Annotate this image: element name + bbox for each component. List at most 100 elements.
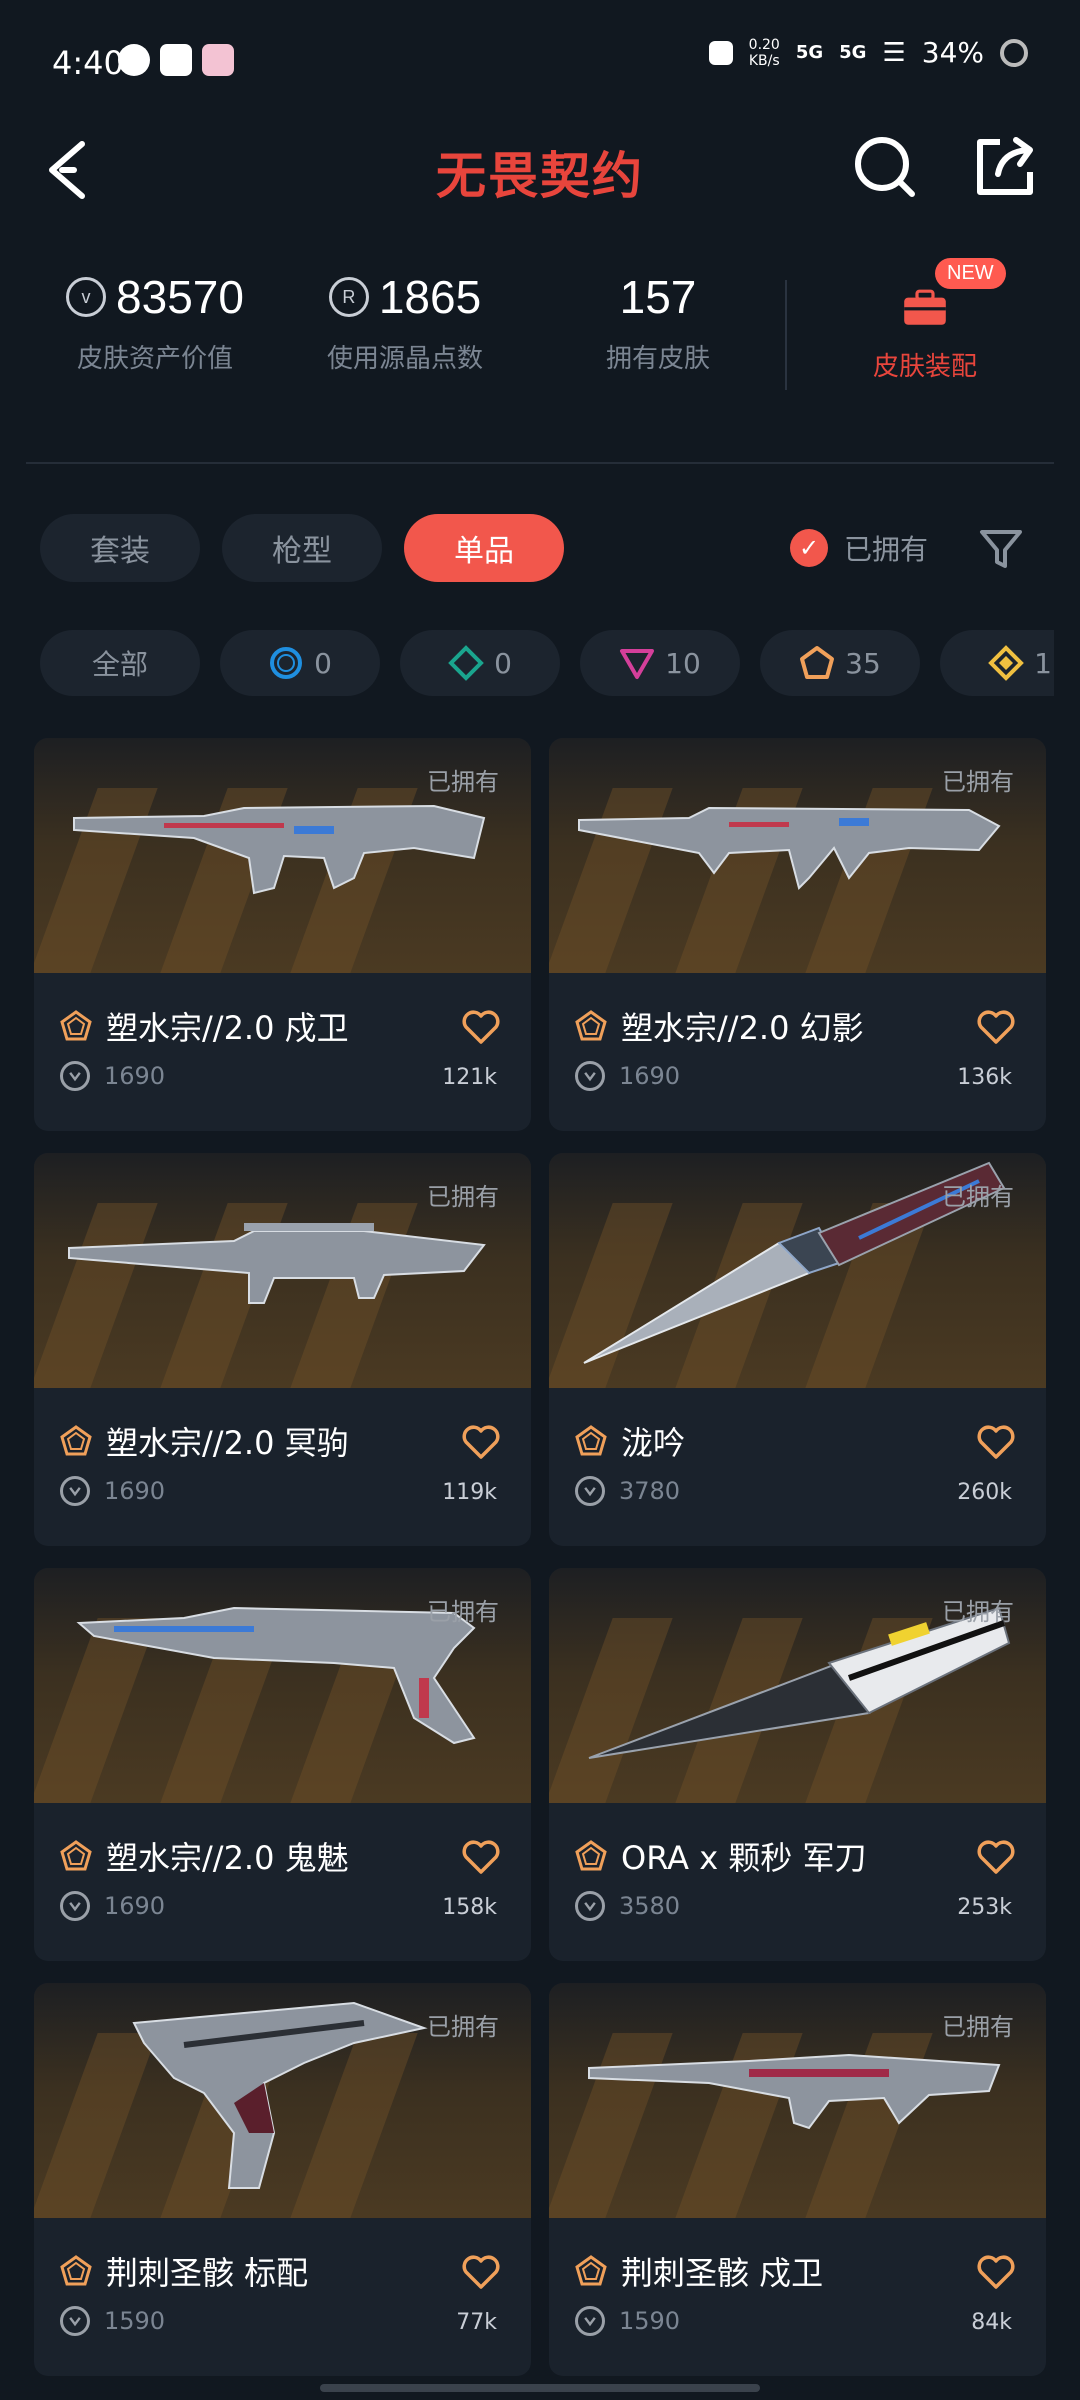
rarity-all[interactable]: 全部	[40, 630, 200, 696]
skin-grid: 已拥有 塑水宗//2.0 戍卫 1690 121k 已拥有 塑水宗//2.0 幻…	[34, 738, 1046, 2376]
rarity-count: 0	[314, 646, 332, 680]
like-count: 121k	[442, 1065, 497, 1090]
stat-label: 拥有皮肤	[605, 344, 710, 374]
exclusive-tier-icon	[575, 1840, 607, 1871]
notification-icons	[118, 44, 234, 76]
heart-icon[interactable]	[976, 1009, 1016, 1045]
stat-asset-value: v 83570 皮肤资产价值	[35, 270, 275, 375]
skin-price-row: 1590	[575, 2306, 680, 2336]
rarity-count: 35	[845, 646, 881, 680]
rarity-ultra[interactable]: 1	[940, 630, 1054, 696]
owned-toggle[interactable]: ✓ 已拥有	[790, 528, 928, 568]
heart-icon[interactable]	[461, 2254, 501, 2290]
skin-image: 已拥有	[549, 1568, 1046, 1803]
rarity-count: 1	[1034, 646, 1052, 680]
skin-name: 荆刺圣骸 标配	[106, 2254, 309, 2292]
skin-card[interactable]: 已拥有 泷吟 3780 260k	[549, 1153, 1046, 1546]
skin-info: 塑水宗//2.0 鬼魅 1690 158k	[34, 1803, 531, 1961]
vp-coin-icon	[575, 2306, 605, 2336]
exclusive-tier-icon	[800, 646, 835, 679]
heart-icon[interactable]	[976, 1424, 1016, 1460]
skin-price-row: 1690	[575, 1061, 680, 1091]
wifi-icon: ☰	[882, 37, 906, 68]
skin-image: 已拥有	[34, 1568, 531, 1803]
skin-card[interactable]: 已拥有 塑水宗//2.0 冥驹 1690 119k	[34, 1153, 531, 1546]
search-icon[interactable]	[850, 132, 920, 202]
vp-coin-icon	[60, 1476, 90, 1506]
tab-single-items[interactable]: 单品	[404, 514, 564, 582]
vp-coin-icon	[575, 1891, 605, 1921]
skin-card[interactable]: 已拥有 荆刺圣骸 标配 1590 77k	[34, 1983, 531, 2376]
skin-price: 1690	[619, 1062, 681, 1090]
deluxe-tier-icon	[448, 645, 484, 681]
like-count: 136k	[957, 1065, 1012, 1090]
home-indicator[interactable]	[320, 2384, 760, 2392]
like-count: 84k	[971, 2310, 1012, 2335]
skin-price-row: 1690	[60, 1061, 165, 1091]
skin-price: 1690	[104, 1892, 166, 1920]
app-notification-icon-2	[202, 44, 234, 76]
stat-value: 1865	[378, 271, 482, 323]
skin-image: 已拥有	[34, 1983, 531, 2218]
skin-card[interactable]: 已拥有 ORA x 颗秒 军刀 3580 253k	[549, 1568, 1046, 1961]
skin-name: 塑水宗//2.0 戍卫	[106, 1009, 349, 1047]
skin-price: 1590	[104, 2307, 166, 2335]
skin-image: 已拥有	[34, 738, 531, 973]
skin-name: ORA x 颗秒 军刀	[621, 1839, 867, 1877]
skin-name-row: 泷吟	[575, 1418, 685, 1464]
filter-icon[interactable]	[978, 528, 1024, 570]
exclusive-tier-icon	[575, 1425, 607, 1456]
rarity-premium[interactable]: 10	[580, 630, 740, 696]
speed-unit: KB/s	[748, 52, 780, 69]
ultra-tier-icon	[988, 645, 1024, 681]
rarity-select[interactable]: 0	[220, 630, 380, 696]
stat-radianite: R 1865 使用源晶点数	[285, 270, 525, 375]
heart-icon[interactable]	[461, 1424, 501, 1460]
heart-icon[interactable]	[461, 1839, 501, 1875]
battery-percent: 34%	[921, 36, 984, 69]
rarity-deluxe[interactable]: 0	[400, 630, 560, 696]
exclusive-tier-icon	[60, 2255, 92, 2286]
network-speed: 0.20 KB/s	[749, 37, 780, 69]
check-icon: ✓	[790, 529, 828, 567]
skin-name-row: 荆刺圣骸 戍卫	[575, 2248, 823, 2294]
skin-card[interactable]: 已拥有 塑水宗//2.0 戍卫 1690 121k	[34, 738, 531, 1131]
skin-price: 3580	[619, 1892, 681, 1920]
new-badge: NEW	[935, 258, 1006, 289]
skin-image: 已拥有	[34, 1153, 531, 1388]
skin-price: 3780	[619, 1477, 681, 1505]
exclusive-tier-icon	[575, 1010, 607, 1041]
tab-weapon-types[interactable]: 枪型	[222, 514, 382, 582]
stats-panel: v 83570 皮肤资产价值 R 1865 使用源晶点数 157 拥有皮肤 NEW …	[0, 258, 1080, 420]
exclusive-tier-icon	[60, 1010, 92, 1041]
share-icon[interactable]	[970, 132, 1040, 202]
skin-loadout-button[interactable]: NEW 皮肤装配	[810, 258, 1040, 383]
heart-icon[interactable]	[976, 2254, 1016, 2290]
skin-name-row: 塑水宗//2.0 冥驹	[60, 1418, 349, 1464]
skin-price: 1690	[104, 1062, 166, 1090]
skin-name-row: 荆刺圣骸 标配	[60, 2248, 308, 2294]
wechat-icon	[118, 44, 150, 76]
tab-bundles[interactable]: 套装	[40, 514, 200, 582]
skin-info: 荆刺圣骸 戍卫 1590 84k	[549, 2218, 1046, 2376]
owned-tag: 已拥有	[942, 2013, 1014, 2041]
owned-tag: 已拥有	[427, 1183, 499, 1211]
heart-icon[interactable]	[461, 1009, 501, 1045]
skin-image: 已拥有	[549, 1153, 1046, 1388]
skin-card[interactable]: 已拥有 塑水宗//2.0 幻影 1690 136k	[549, 738, 1046, 1131]
skin-image: 已拥有	[549, 1983, 1046, 2218]
rarity-exclusive[interactable]: 35	[760, 630, 920, 696]
vp-coin-icon	[60, 1061, 90, 1091]
skin-price-row: 1690	[60, 1476, 165, 1506]
skin-price-row: 1590	[60, 2306, 165, 2336]
exclusive-tier-icon	[60, 1425, 92, 1456]
skin-info: 荆刺圣骸 标配 1590 77k	[34, 2218, 531, 2376]
heart-icon[interactable]	[976, 1839, 1016, 1875]
vp-coin-icon	[575, 1061, 605, 1091]
stat-value: 83570	[116, 271, 244, 323]
skin-card[interactable]: 已拥有 荆刺圣骸 戍卫 1590 84k	[549, 1983, 1046, 2376]
owned-toggle-label: 已拥有	[844, 533, 929, 566]
skin-card[interactable]: 已拥有 塑水宗//2.0 鬼魅 1690 158k	[34, 1568, 531, 1961]
skin-price: 1590	[619, 2307, 681, 2335]
like-count: 158k	[442, 1895, 497, 1920]
